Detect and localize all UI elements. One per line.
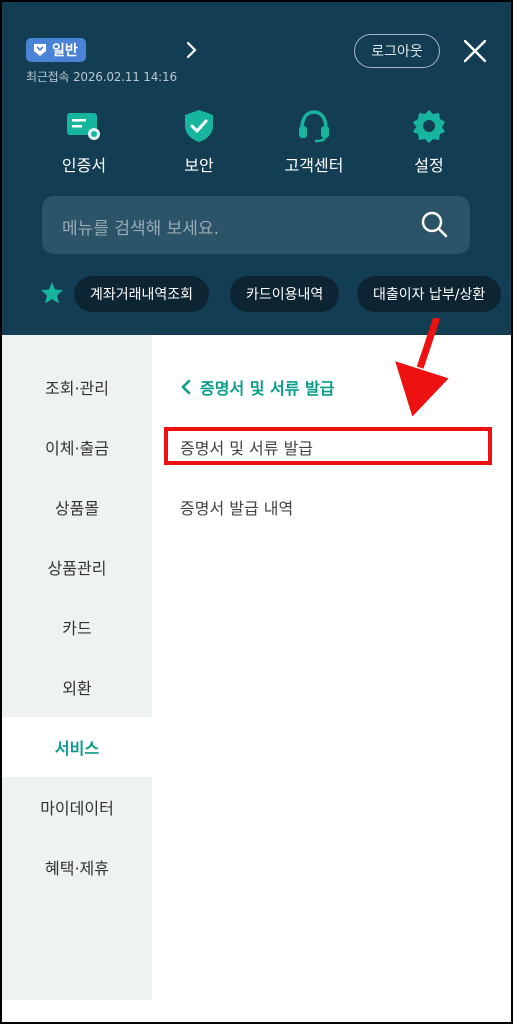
sidebar-item-service[interactable]: 서비스: [2, 717, 152, 777]
quick-item-support[interactable]: 고객센터: [269, 106, 359, 176]
quick-item-security[interactable]: 보안: [154, 106, 244, 176]
sidebar-item-mydata[interactable]: 마이데이터: [2, 777, 152, 837]
gear-icon: [409, 106, 449, 146]
quick-item-certificate[interactable]: 인증서: [39, 106, 129, 176]
favorite-chip[interactable]: 카드이용내역: [230, 276, 340, 312]
grade-badge[interactable]: 일반: [26, 38, 86, 62]
quick-item-label: 설정: [414, 156, 444, 175]
app-frame: 일반 최근접속 2026.02.11 14:16 로그아웃 인증서 보안 고객센…: [2, 2, 511, 1022]
chevron-left-icon: [181, 379, 191, 395]
chevron-right-icon[interactable]: [182, 38, 202, 62]
certificate-icon: [64, 106, 104, 146]
sidebar-item-products-mall[interactable]: 상품몰: [2, 477, 152, 537]
shield-check-icon: [179, 106, 219, 146]
menu-search-input[interactable]: 메뉴를 검색해 보세요.: [42, 196, 470, 254]
sidebar-item-inquiry[interactable]: 조회·관리: [2, 357, 152, 417]
close-icon[interactable]: [460, 36, 490, 66]
annotation-arrow-icon: [392, 318, 452, 420]
menu-header: 일반 최근접속 2026.02.11 14:16 로그아웃 인증서 보안 고객센…: [2, 2, 511, 335]
submenu-back-button[interactable]: 증명서 및 서류 발급: [180, 375, 334, 399]
submenu-panel: 증명서 및 서류 발급 증명서 및 서류 발급 증명서 발급 내역: [152, 335, 511, 1000]
annotation-highlight-box: [164, 427, 492, 465]
grade-shield-icon: [34, 44, 46, 56]
sidebar-item-transfer[interactable]: 이체·출금: [2, 417, 152, 477]
search-icon[interactable]: [420, 210, 448, 238]
menu-item-certificate-history[interactable]: 증명서 발급 내역: [180, 495, 293, 519]
quick-item-settings[interactable]: 설정: [384, 106, 474, 176]
quick-item-label: 인증서: [61, 156, 107, 175]
grade-label: 일반: [52, 43, 78, 59]
submenu-title: 증명서 및 서류 발급: [200, 379, 335, 398]
category-sidebar: 조회·관리 이체·출금 상품몰 상품관리 카드 외환 서비스 마이데이터 혜택·…: [2, 335, 152, 1000]
favorite-chip[interactable]: 계좌거래내역조회: [74, 276, 210, 312]
sidebar-item-card[interactable]: 카드: [2, 597, 152, 657]
sidebar-item-foreign-exchange[interactable]: 외환: [2, 657, 152, 717]
quick-menu: 인증서 보안 고객센터 설정: [2, 106, 511, 176]
favorite-chip[interactable]: 대출이자 납부/상환: [357, 276, 502, 312]
headset-icon: [294, 106, 334, 146]
sidebar-item-benefits[interactable]: 혜택·제휴: [2, 837, 152, 897]
logout-button[interactable]: 로그아웃: [354, 34, 440, 68]
star-icon: [41, 282, 63, 304]
last-login-text: 최근접속 2026.02.11 14:16: [26, 70, 177, 84]
sidebar-item-product-management[interactable]: 상품관리: [2, 537, 152, 597]
quick-item-label: 보안: [184, 156, 214, 175]
search-placeholder: 메뉴를 검색해 보세요.: [62, 219, 219, 239]
quick-item-label: 고객센터: [284, 156, 344, 175]
